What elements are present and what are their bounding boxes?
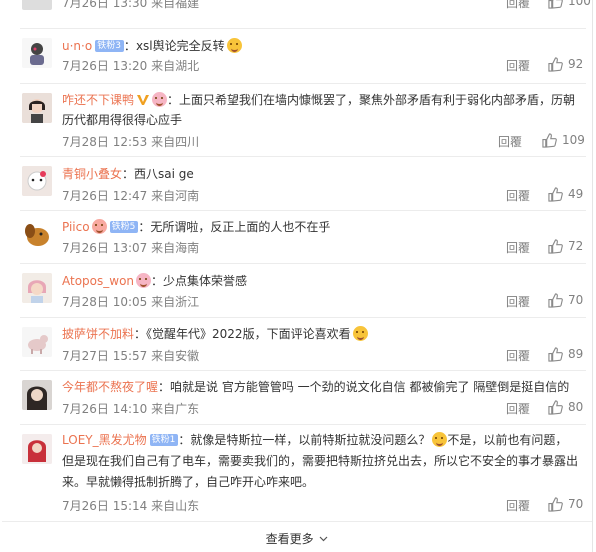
comment-line: 今年都不熬夜了喔：咱就是说 官方能管管吗 一个劲的说文化自信 都被偷完了 隔壁倒… (62, 380, 570, 394)
comment-meta: 7月26日 13:07 来自海南 (62, 241, 200, 255)
avatar[interactable] (22, 0, 52, 10)
vip-icon (137, 95, 150, 105)
thumbs-up-icon[interactable] (548, 347, 563, 362)
username[interactable]: Atopos_won (62, 274, 134, 288)
comment-text: 西八sai ge (134, 167, 194, 181)
comment-text: 无所谓啦，反正上面的人也不在乎 (150, 220, 331, 234)
username[interactable]: 青铜小叠女 (62, 167, 122, 181)
thumbs-up-icon[interactable] (548, 400, 563, 415)
comment-text-line: 但是现在我们自己有了电车，需要卖我们的，需要把特斯拉挤兑出去，所以它不安全的事才… (62, 454, 579, 468)
crown-emoji-icon (152, 92, 168, 107)
comment-meta: 7月26日 15:14 来自山东 (62, 499, 200, 513)
username[interactable]: 咋还不下课鸭 (62, 93, 134, 107)
like-count: 109 (562, 133, 585, 147)
sticker-emoji-icon (91, 219, 107, 234)
reply-button[interactable]: 回覆 (498, 133, 522, 150)
comment-meta: 7月26日 14:10 来自广东 (62, 402, 200, 416)
comment-item: 咋还不下课鸭 ：上面只希望我们在墙内慷慨罢了，聚焦外部矛盾有利于弱化内部矛盾，历朝… (2, 83, 592, 156)
kiss-emoji-icon (352, 326, 368, 341)
comment-line: u·n·o 铁粉3 ：xsl舆论完全反转 (62, 37, 242, 55)
chevron-down-icon (319, 536, 328, 542)
comment-meta: 7月28日 12:53 来自四川 (62, 135, 200, 149)
like-count: 92 (568, 57, 584, 71)
comment-meta: 7月26日 12:47 来自河南 (62, 189, 200, 203)
comment-item: 今年都不熬夜了喔：咱就是说 官方能管管吗 一个劲的说文化自信 都被偷完了 隔壁倒… (2, 370, 592, 424)
username[interactable]: 披萨饼不加料 (62, 327, 134, 341)
reply-button[interactable]: 回覆 (506, 497, 530, 514)
avatar[interactable] (22, 327, 52, 357)
comment-item: 青铜小叠女：西八sai ge 7月26日 12:47 来自河南 回覆 49 (2, 156, 592, 210)
avatar[interactable] (22, 38, 52, 68)
comment-text: 就像是特斯拉一样，以前特斯拉就没问题么？ (190, 433, 431, 447)
like-count: 80 (568, 400, 584, 414)
laughing-emoji-icon (226, 38, 242, 53)
username[interactable]: 今年都不熬夜了喔 (62, 380, 158, 394)
comment-item: LOEY_黑发尤物 铁粉1 ：就像是特斯拉一样，以前特斯拉就没问题么？ 不是，以前也有… (2, 424, 592, 518)
comment-line: LOEY_黑发尤物 铁粉1 ：就像是特斯拉一样，以前特斯拉就没问题么？ 不是，以前也有… (62, 432, 568, 447)
avatar[interactable] (22, 380, 52, 410)
fan-badge[interactable]: 铁粉3 (95, 40, 124, 52)
thumbs-up-icon[interactable] (548, 57, 563, 72)
comment-line: Atopos_won ：少点集体荣誉感 (62, 273, 248, 288)
reply-button[interactable]: 回覆 (506, 293, 530, 310)
comment-text: 咱就是说 官方能管管吗 一个劲的说文化自信 都被偷完了 隔壁倒是挺自信的 (170, 380, 570, 394)
reply-button[interactable]: 回覆 (506, 239, 530, 256)
crown-emoji-icon (136, 273, 152, 288)
comment-meta: 7月28日 10:05 来自浙江 (62, 295, 200, 309)
reply-button[interactable]: 回覆 (506, 400, 530, 417)
username[interactable]: Piico (62, 220, 90, 234)
comment-text: 《觉醒年代》2022版，下面评论喜欢看 (146, 327, 351, 341)
fan-badge[interactable]: 铁粉1 (149, 434, 179, 446)
comment-text-line: 来。早就懒得抵制折腾了，自己咋开心咋来吧。 (62, 475, 315, 489)
thumbs-up-icon[interactable] (548, 497, 563, 512)
comment-line: 咋还不下课鸭 ：上面只希望我们在墙内慷慨罢了，聚焦外部矛盾有利于弱化内部矛盾，历朝 (62, 92, 576, 107)
avatar[interactable] (22, 220, 52, 250)
username[interactable]: u·n·o (62, 39, 92, 53)
thumbs-up-icon[interactable] (542, 133, 557, 148)
avatar[interactable] (22, 166, 52, 196)
comment-item: Piico 铁粉5 ：无所谓啦，反正上面的人也不在乎 7月26日 13:07 来自海… (2, 210, 592, 263)
like-count: 70 (568, 497, 584, 511)
avatar[interactable] (22, 434, 52, 464)
thumbs-up-icon[interactable] (548, 0, 563, 9)
thumbs-up-icon[interactable] (548, 293, 563, 308)
reply-button[interactable]: 回覆 (506, 0, 530, 11)
comment-meta: 7月27日 15:57 来自安徽 (62, 349, 200, 363)
comment-text: 少点集体荣誉感 (163, 274, 248, 288)
like-count: 49 (568, 187, 584, 201)
comment-text-line: 历代都用得很得心应手 (62, 113, 183, 127)
comment-panel: 7月26日 13:30 来自福建 回覆 100 u·n·o 铁粉3 ：xsl舆论完全… (2, 0, 593, 552)
comment-item: Atopos_won ：少点集体荣誉感 7月28日 10:05 来自浙江 回覆 7… (2, 263, 592, 317)
avatar[interactable] (22, 93, 52, 123)
like-count: 100 (568, 0, 591, 8)
comment-text: 上面只希望我们在墙内慷慨罢了，聚焦外部矛盾有利于弱化内部矛盾，历朝 (179, 93, 576, 107)
reply-button[interactable]: 回覆 (506, 347, 530, 364)
comment-meta: 7月26日 13:30 来自福建 (62, 0, 200, 10)
reply-button[interactable]: 回覆 (506, 57, 530, 74)
like-count: 72 (568, 239, 584, 253)
reply-button[interactable]: 回覆 (506, 187, 530, 204)
comment-text: xsl舆论完全反转 (135, 39, 225, 53)
avatar[interactable] (22, 273, 52, 303)
comment-line: Piico 铁粉5 ：无所谓啦，反正上面的人也不在乎 (62, 219, 331, 234)
laughing-emoji-icon (432, 432, 448, 447)
thumbs-up-icon[interactable] (548, 239, 563, 254)
comment-item: 披萨饼不加料：《觉醒年代》2022版，下面评论喜欢看 7月27日 15:57 来… (2, 317, 592, 370)
like-count: 89 (568, 347, 584, 361)
comment-meta: 7月26日 13:20 来自湖北 (62, 59, 200, 73)
partial-comment: 7月26日 13:30 来自福建 回覆 100 (2, 0, 592, 28)
view-more-button[interactable]: 查看更多 (2, 530, 592, 547)
fan-badge[interactable]: 铁粉5 (109, 221, 139, 233)
divider (2, 521, 592, 522)
thumbs-up-icon[interactable] (548, 187, 563, 202)
comment-line: 青铜小叠女：西八sai ge (62, 167, 194, 181)
like-count: 70 (568, 293, 584, 307)
comment-item: u·n·o 铁粉3 ：xsl舆论完全反转 7月26日 13:20 来自湖北 回覆 9… (2, 28, 592, 83)
comment-line: 披萨饼不加料：《觉醒年代》2022版，下面评论喜欢看 (62, 325, 368, 343)
username[interactable]: LOEY_黑发尤物 (62, 433, 147, 447)
